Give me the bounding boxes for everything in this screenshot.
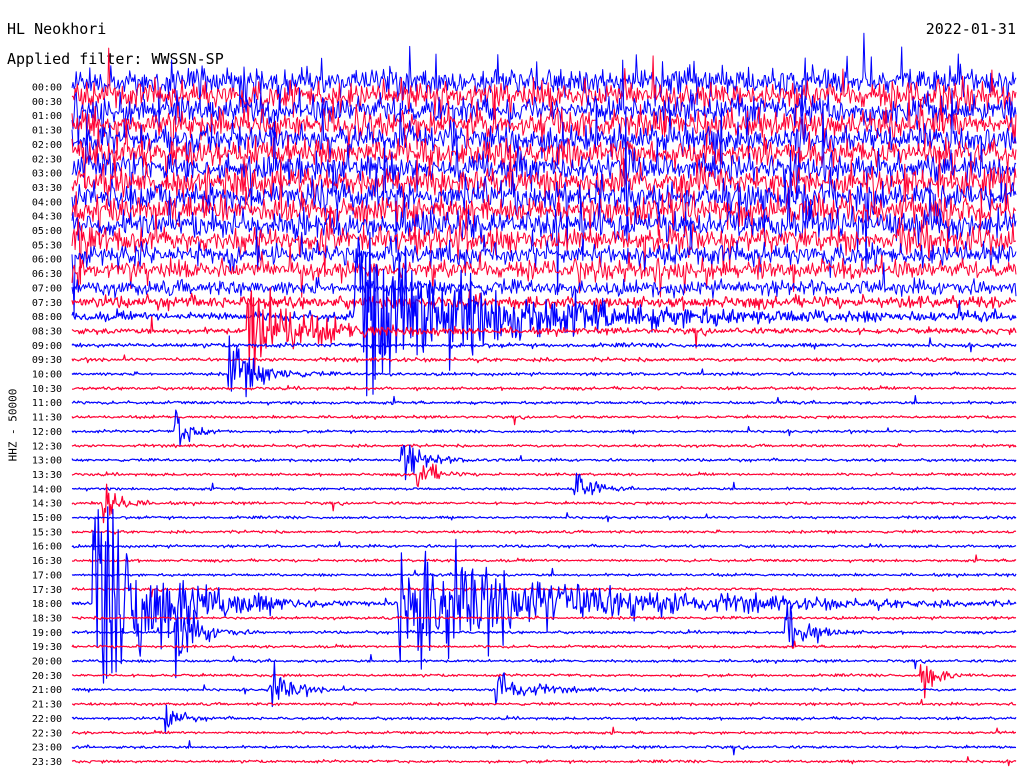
trace-line (71, 463, 1017, 488)
row-time-label: 12:30 (32, 441, 62, 452)
row-time-label: 02:00 (32, 140, 62, 151)
row-time-label: 16:30 (32, 556, 62, 567)
row-time-label: 03:00 (32, 169, 62, 180)
trace-group (71, 32, 1017, 767)
trace-line (71, 640, 1017, 650)
trace-line (71, 660, 1017, 708)
row-time-label: 09:00 (32, 341, 62, 352)
trace-line (71, 354, 1017, 364)
trace-line (71, 654, 1017, 670)
row-time-label: 17:30 (32, 585, 62, 596)
row-time-label: 14:30 (32, 499, 62, 510)
trace-line (71, 567, 1017, 578)
row-time-label: 21:30 (32, 700, 62, 711)
row-time-label: 14:00 (32, 484, 62, 495)
trace-line (71, 384, 1017, 392)
row-time-label: 05:00 (32, 226, 62, 237)
row-time-label: 23:30 (32, 757, 62, 768)
row-time-label: 22:30 (32, 728, 62, 739)
row-time-label: 15:30 (32, 527, 62, 538)
trace-line (71, 409, 1017, 447)
row-time-label: 02:30 (32, 154, 62, 165)
row-time-label: 19:30 (32, 642, 62, 653)
row-time-label: 06:30 (32, 269, 62, 280)
row-time-label: 00:30 (32, 97, 62, 108)
trace-line (71, 414, 1017, 426)
trace-line (71, 290, 1016, 313)
trace-line (71, 395, 1017, 406)
trace-line (71, 472, 1017, 496)
row-time-label: 13:00 (32, 456, 62, 467)
row-time-label: 01:00 (32, 111, 62, 122)
row-time-label: 21:00 (32, 685, 62, 696)
trace-line (71, 443, 1017, 449)
trace-line (71, 506, 1017, 684)
row-time-label: 11:30 (32, 413, 62, 424)
row-time-label: 09:30 (32, 355, 62, 366)
row-time-label: 04:00 (32, 197, 62, 208)
trace-line (71, 287, 1017, 374)
row-time-label: 00:00 (32, 83, 62, 94)
row-time-label: 10:30 (32, 384, 62, 395)
row-time-label: 10:00 (32, 370, 62, 381)
row-time-label: 01:30 (32, 126, 62, 137)
row-time-label: 08:30 (32, 326, 62, 337)
row-time-label: 08:00 (32, 312, 62, 323)
row-time-label: 06:00 (32, 255, 62, 266)
row-time-label: 15:00 (32, 513, 62, 524)
row-time-label: 13:30 (32, 470, 62, 481)
time-axis: 00:00 00:30 01:00 01:30 02:00 02:30 03:00 03:30… (32, 83, 62, 768)
trace-line (71, 541, 1017, 549)
row-time-label: 19:00 (32, 628, 62, 639)
row-time-label: 20:30 (32, 671, 62, 682)
trace-line (71, 512, 1017, 523)
row-time-label: 23:00 (32, 743, 62, 754)
row-time-label: 22:00 (32, 714, 62, 725)
row-time-label: 12:00 (32, 427, 62, 438)
row-time-label: 03:30 (32, 183, 62, 194)
trace-line (71, 337, 1017, 353)
row-time-label: 18:00 (32, 599, 62, 610)
row-time-label: 18:30 (32, 613, 62, 624)
row-time-label: 04:30 (32, 212, 62, 223)
trace-line (71, 602, 1017, 679)
trace-line (71, 615, 1017, 621)
row-time-label: 16:00 (32, 542, 62, 553)
row-time-label: 07:30 (32, 298, 62, 309)
row-time-label: 11:00 (32, 398, 62, 409)
row-time-label: 05:30 (32, 240, 62, 251)
trace-line (71, 740, 1017, 756)
trace-line (71, 554, 1017, 564)
trace-line (71, 704, 1017, 734)
row-time-label: 07:00 (32, 283, 62, 294)
trace-line (71, 664, 1017, 699)
row-time-label: 17:00 (32, 570, 62, 581)
helicorder-plot: 00:00 00:30 01:00 01:30 02:00 02:30 03:00 03:30… (32, 32, 1017, 768)
trace-line (71, 698, 1017, 707)
trace-line (71, 756, 1017, 767)
trace-line (71, 529, 1017, 535)
row-time-label: 20:00 (32, 657, 62, 668)
trace-line (71, 726, 1016, 736)
